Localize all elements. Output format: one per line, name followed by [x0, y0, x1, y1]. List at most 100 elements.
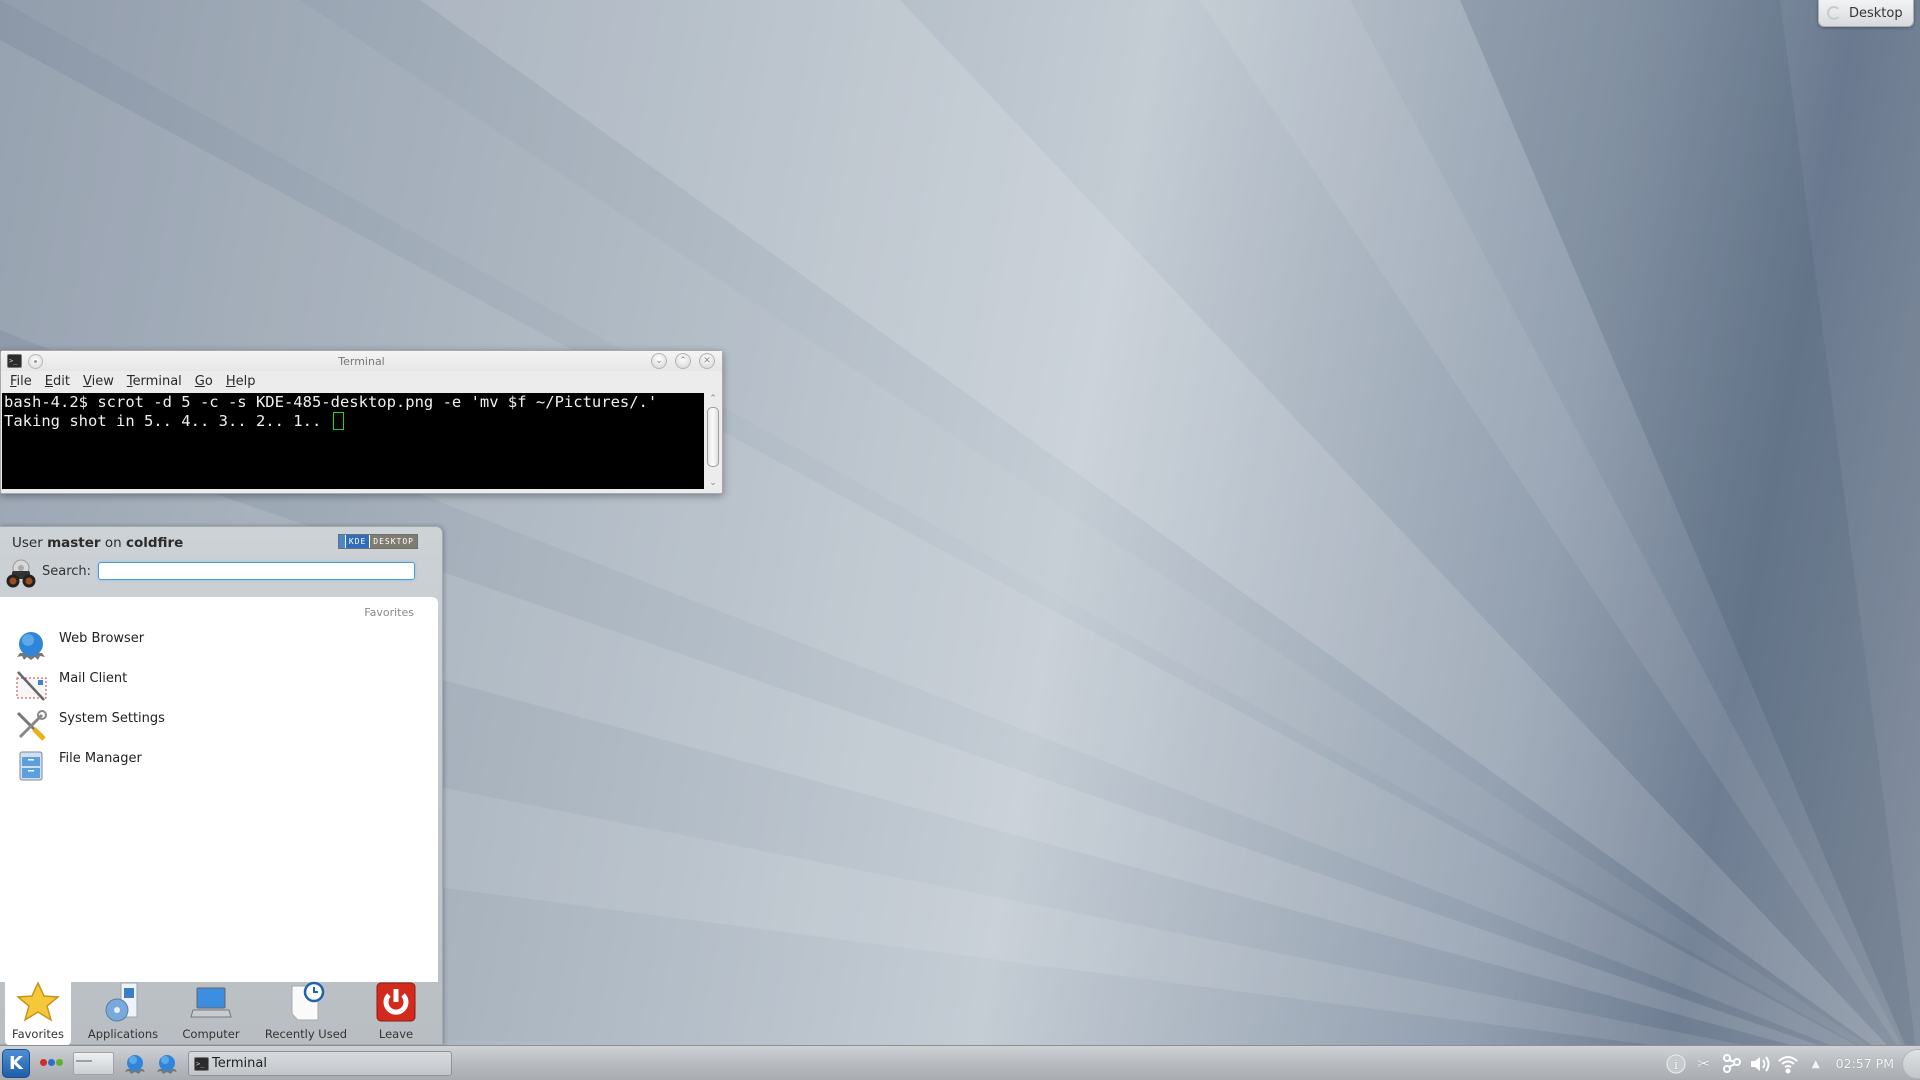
expand-arrow-icon[interactable]: ▲ — [1805, 1053, 1827, 1075]
activity-dot-blue — [48, 1059, 55, 1066]
terminal-line: bash-4.2$ scrot -d 5 -c -s KDE-485-deskt… — [4, 393, 658, 411]
system-settings-icon — [16, 710, 47, 741]
info-icon[interactable]: i — [1665, 1053, 1687, 1075]
taskbar-panel: K >_ Terminal i ✂ ▲ 02:57 PM — [0, 1045, 1920, 1080]
favorites-list: Favorites Web Browser Mail Client System… — [0, 597, 438, 982]
favorite-mail-client[interactable]: Mail Client — [14, 667, 127, 707]
web-browser-icon — [17, 632, 45, 660]
favorite-label: System Settings — [59, 711, 165, 726]
panel-toolbox-button[interactable] — [1902, 1048, 1920, 1079]
window-title: Terminal — [338, 354, 385, 368]
tab-leave[interactable]: Leave — [358, 980, 434, 1046]
favorite-label: Mail Client — [59, 671, 128, 686]
terminal-line: Taking shot in 5.. 4.. 3.. 2.. 1.. — [4, 412, 331, 430]
menu-go-mnemonic: G — [194, 373, 205, 389]
tab-favorites[interactable]: Favorites — [5, 972, 71, 1046]
task-label: Terminal — [212, 1056, 267, 1071]
user-name: master — [47, 535, 101, 551]
file-manager-icon — [19, 751, 43, 781]
tab-recently-used[interactable]: Recently Used — [262, 980, 350, 1046]
menu-terminal-label: erminal — [132, 373, 182, 389]
search-input[interactable] — [98, 562, 415, 580]
terminal-cursor — [332, 412, 344, 430]
tab-label: Computer — [182, 1027, 240, 1041]
computer-icon — [190, 987, 232, 1018]
menu-file[interactable]: File — [10, 374, 32, 389]
user-mid: on — [100, 535, 126, 551]
on-all-desktops-button[interactable] — [28, 353, 43, 369]
favorite-label: File Manager — [59, 751, 142, 766]
scroll-up-icon[interactable]: ⌃ — [705, 393, 721, 405]
kickoff-launcher: User master on coldfire KDE DESKTOP Sear… — [0, 526, 443, 1046]
tab-label: Recently Used — [264, 1027, 348, 1041]
wifi-icon[interactable] — [1777, 1053, 1799, 1075]
desktop-badge-label: DESKTOP — [369, 535, 417, 548]
web-browser-launcher-icon[interactable] — [124, 1053, 146, 1075]
web-browser-launcher-icon-2[interactable] — [156, 1053, 178, 1075]
host-name: coldfire — [125, 535, 184, 551]
favorite-label: Web Browser — [59, 631, 145, 646]
menu-edit-label: dit — [53, 373, 70, 389]
search-label: Search: — [42, 564, 92, 579]
system-tray: i ✂ ▲ 02:57 PM — [1662, 1046, 1920, 1080]
applications-icon — [105, 982, 138, 1022]
terminal-icon: >_ — [194, 1056, 209, 1071]
menu-go-label: o — [204, 373, 213, 389]
leave-icon — [376, 982, 416, 1022]
launcher-tab-bar: Favorites Applications Computer Recently… — [0, 972, 443, 1046]
menu-edit-mnemonic: E — [44, 373, 53, 389]
menu-help-mnemonic: H — [225, 373, 236, 389]
kde-desktop-logo: KDE DESKTOP — [338, 534, 418, 549]
minimize-button[interactable]: ⌄ — [651, 353, 667, 369]
tab-label: Applications — [87, 1027, 159, 1041]
binoculars-search-icon — [6, 559, 36, 588]
desktop-toolbox-button[interactable]: Desktop — [1818, 0, 1914, 27]
tab-label: Leave — [378, 1027, 414, 1041]
kde-badge-label: KDE — [344, 535, 370, 548]
clock[interactable]: 02:57 PM — [1836, 1056, 1894, 1071]
scrollbar-thumb[interactable] — [707, 407, 719, 467]
mail-client-icon — [16, 671, 47, 701]
activity-manager-button[interactable] — [40, 1059, 63, 1066]
section-header: Favorites — [364, 606, 414, 619]
user-prefix: User — [12, 535, 48, 551]
close-button[interactable]: ✕ — [699, 353, 715, 369]
star-icon — [16, 981, 60, 1022]
favorite-web-browser[interactable]: Web Browser — [14, 627, 144, 667]
menu-help[interactable]: Help — [226, 374, 256, 389]
terminal-line-current: Taking shot in 5.. 4.. 3.. 2.. 1.. — [4, 412, 704, 431]
terminal-window: >_ Terminal ⌄ ⌃ ✕ File Edit View Termina… — [0, 350, 723, 494]
menu-file-label: ile — [16, 373, 32, 389]
tab-label: Favorites — [12, 1027, 64, 1041]
tab-applications[interactable]: Applications — [85, 980, 161, 1046]
terminal-menubar: File Edit View Terminal Go Help — [1, 371, 722, 391]
terminal-scrollbar[interactable]: ⌃ ⌄ — [705, 393, 721, 489]
menu-edit[interactable]: Edit — [45, 374, 70, 389]
activity-dot-green — [56, 1059, 63, 1066]
desktop-toolbox-label: Desktop — [1849, 5, 1903, 21]
terminal-titlebar[interactable]: >_ Terminal ⌄ ⌃ ✕ — [1, 351, 722, 371]
maximize-button[interactable]: ⌃ — [675, 353, 691, 369]
activity-dot-red — [40, 1059, 47, 1066]
terminal-app-icon[interactable]: >_ — [7, 354, 22, 368]
menu-go[interactable]: Go — [195, 374, 213, 389]
favorite-system-settings[interactable]: System Settings — [14, 707, 165, 747]
menu-terminal[interactable]: Terminal — [127, 374, 182, 389]
favorite-file-manager[interactable]: File Manager — [14, 747, 142, 787]
launcher-user-info: User master on coldfire — [12, 535, 183, 551]
menu-view-label: iew — [91, 373, 114, 389]
menu-view[interactable]: View — [83, 374, 114, 389]
scroll-down-icon[interactable]: ⌄ — [705, 477, 721, 489]
menu-help-label: elp — [235, 373, 256, 389]
application-launcher-button[interactable]: K — [2, 1049, 30, 1078]
network-share-icon[interactable] — [1721, 1053, 1743, 1075]
plasma-cashew-icon — [1827, 6, 1841, 20]
recently-used-icon — [291, 981, 325, 1021]
volume-icon[interactable] — [1749, 1053, 1771, 1075]
tab-computer[interactable]: Computer — [173, 980, 249, 1046]
task-terminal[interactable]: >_ Terminal — [188, 1051, 452, 1076]
show-desktop-button[interactable] — [73, 1052, 114, 1075]
svg-text:i: i — [1674, 1058, 1678, 1073]
terminal-output[interactable]: bash-4.2$ scrot -d 5 -c -s KDE-485-deskt… — [2, 393, 704, 489]
klipper-scissors-icon[interactable]: ✂ — [1693, 1053, 1715, 1075]
